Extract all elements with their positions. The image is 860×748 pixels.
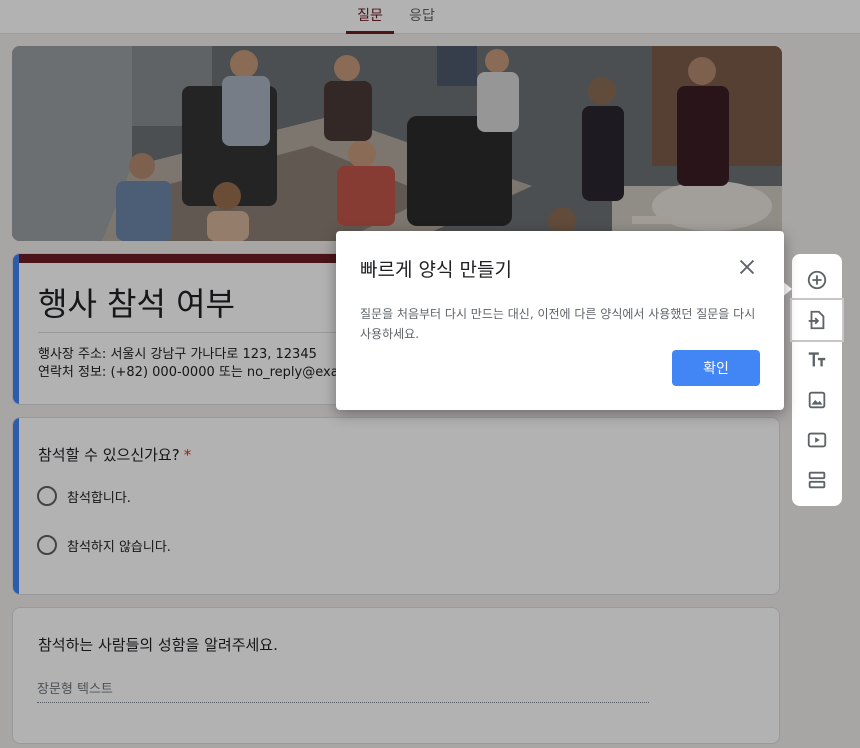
floating-toolbar xyxy=(792,254,842,506)
dialog-body-text: 질문을 처음부터 다시 만드는 대신, 이전에 다른 양식에서 사용했던 질문을… xyxy=(360,307,756,341)
import-questions-icon xyxy=(808,310,825,330)
add-image-button[interactable] xyxy=(792,380,842,420)
add-question-icon xyxy=(807,270,827,290)
import-questions-button[interactable] xyxy=(792,300,842,340)
dialog-title: 빠르게 양식 만들기 xyxy=(360,259,512,281)
add-title-icon xyxy=(808,352,826,367)
close-icon xyxy=(739,259,755,275)
add-image-icon xyxy=(808,391,826,409)
add-video-button[interactable] xyxy=(792,420,842,460)
quick-form-dialog: 빠르게 양식 만들기 질문을 처음부터 다시 만드는 대신, 이전에 다른 양식… xyxy=(336,231,784,410)
add-section-button[interactable] xyxy=(792,460,842,500)
close-button[interactable] xyxy=(736,256,758,278)
confirm-button[interactable]: 확인 xyxy=(672,350,760,386)
add-section-icon xyxy=(808,471,826,489)
add-question-button[interactable] xyxy=(792,260,842,300)
add-video-icon xyxy=(807,432,827,448)
add-title-button[interactable] xyxy=(792,340,842,380)
